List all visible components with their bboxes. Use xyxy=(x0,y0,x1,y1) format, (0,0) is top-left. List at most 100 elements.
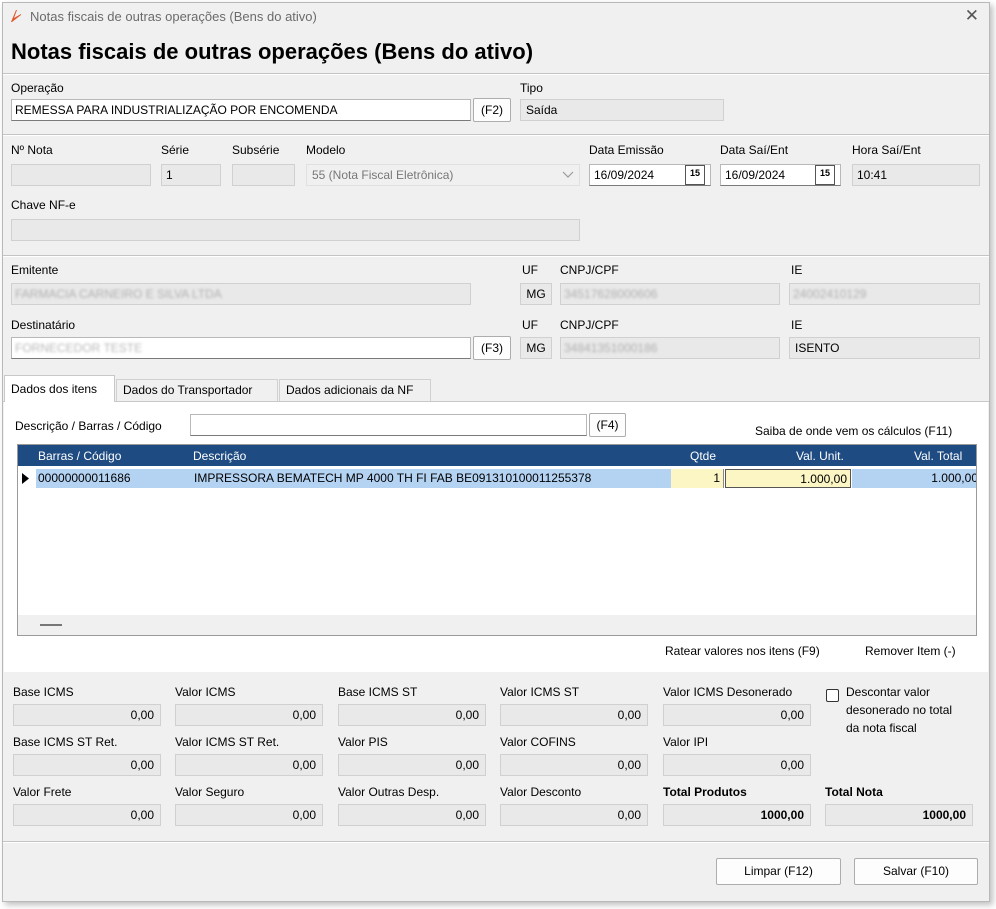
calc-help-link[interactable]: Saiba de onde vem os cálculos (F11) xyxy=(755,424,952,438)
descontar-checkbox[interactable] xyxy=(826,689,839,702)
cell-qtde[interactable]: 1 xyxy=(671,469,724,488)
emitente-uf-label: UF xyxy=(522,263,538,277)
calendar-icon[interactable]: 15 xyxy=(685,165,705,185)
chevron-down-icon[interactable] xyxy=(562,171,574,179)
page-title: Notas fiscais de outras operações (Bens … xyxy=(11,39,534,64)
valor-icms-desonerado-field: 0,00 xyxy=(663,704,811,726)
hora-label: Hora Saí/Ent xyxy=(852,143,921,157)
tab-bar: Dados dos itens Dados do Transportador D… xyxy=(3,375,989,402)
item-search-input[interactable] xyxy=(190,414,587,436)
destinatario-lookup-button[interactable]: (F3) xyxy=(473,336,511,360)
tab-dados-transportador[interactable]: Dados do Transportador xyxy=(116,379,278,401)
cell-codigo[interactable]: 00000000011686 xyxy=(36,469,191,488)
horizontal-scrollbar[interactable] xyxy=(18,615,976,635)
emitente-label: Emitente xyxy=(11,263,59,277)
valor-icms-st-ret-label: Valor ICMS ST Ret. xyxy=(175,735,280,749)
tipo-field: Saída xyxy=(520,99,724,121)
divider xyxy=(3,73,989,75)
operacao-lookup-button[interactable]: (F2) xyxy=(473,98,511,122)
modelo-label: Modelo xyxy=(306,143,346,157)
base-icms-st-ret-label: Base ICMS ST Ret. xyxy=(13,735,118,749)
valor-desconto-label: Valor Desconto xyxy=(500,785,582,799)
emitente-ie-field: 24002410129 xyxy=(789,283,980,305)
operacao-input[interactable]: REMESSA PARA INDUSTRIALIZAÇÃO POR ENCOME… xyxy=(11,99,471,121)
valor-icms-st-field: 0,00 xyxy=(500,704,648,726)
valor-frete-field: 0,00 xyxy=(13,804,161,826)
modelo-select[interactable]: 55 (Nota Fiscal Eletrônica) xyxy=(306,164,580,186)
emitente-uf-field: MG xyxy=(520,283,552,305)
calendar-icon[interactable]: 15 xyxy=(815,165,835,185)
divider xyxy=(3,255,989,257)
salvar-button[interactable]: Salvar (F10) xyxy=(854,858,978,885)
scrollbar-thumb[interactable] xyxy=(40,624,62,626)
col-qtde[interactable]: Qtde xyxy=(690,449,716,463)
valor-icms-st-ret-field: 0,00 xyxy=(175,754,323,776)
valor-ipi-field: 0,00 xyxy=(663,754,811,776)
emitente-cnpj-field: 34517628000606 xyxy=(560,283,780,305)
valor-cofins-label: Valor COFINS xyxy=(500,735,576,749)
tab-dados-itens[interactable]: Dados dos itens xyxy=(4,375,115,402)
emitente-cnpj-value: 34517628000606 xyxy=(564,287,658,301)
total-produtos-label: Total Produtos xyxy=(663,785,747,799)
valor-seguro-field: 0,00 xyxy=(175,804,323,826)
subserie-label: Subsérie xyxy=(232,143,280,157)
cell-descricao[interactable]: IMPRESSORA BEMATECH MP 4000 TH FI FAB BE… xyxy=(191,469,671,488)
divider xyxy=(3,841,989,843)
tipo-label: Tipo xyxy=(520,81,543,95)
window-title: Notas fiscais de outras operações (Bens … xyxy=(30,9,317,24)
ratear-link[interactable]: Ratear valores nos itens (F9) xyxy=(665,644,820,658)
dialog-window: Notas fiscais de outras operações (Bens … xyxy=(2,2,990,902)
destinatario-cnpj-value: 34841351000186 xyxy=(564,341,658,355)
destinatario-ie-label: IE xyxy=(791,318,803,332)
emitente-ie-label: IE xyxy=(791,263,803,277)
valor-seguro-label: Valor Seguro xyxy=(175,785,245,799)
destinatario-input[interactable]: FORNECEDOR TESTE xyxy=(11,337,471,359)
base-icms-st-field: 0,00 xyxy=(338,704,486,726)
destinatario-cnpj-field: 34841351000186 xyxy=(560,337,780,359)
table-row[interactable]: 00000000011686 IMPRESSORA BEMATECH MP 40… xyxy=(18,469,976,488)
close-icon[interactable]: ✕ xyxy=(965,6,979,26)
data-saient-label: Data Saí/Ent xyxy=(720,143,789,157)
hora-input[interactable]: 10:41 xyxy=(852,164,980,186)
col-val-total[interactable]: Val. Total xyxy=(914,449,962,463)
calendar-glyph: 15 xyxy=(819,168,830,178)
valor-icms-field: 0,00 xyxy=(175,704,323,726)
calendar-glyph: 15 xyxy=(689,168,700,178)
divider xyxy=(3,134,989,136)
serie-input[interactable]: 1 xyxy=(161,164,221,186)
valor-frete-label: Valor Frete xyxy=(13,785,72,799)
remover-item-link[interactable]: Remover Item (-) xyxy=(865,644,956,658)
limpar-button[interactable]: Limpar (F12) xyxy=(716,858,841,885)
valor-icms-label: Valor ICMS xyxy=(175,685,236,699)
valor-ipi-label: Valor IPI xyxy=(663,735,709,749)
chave-nfe-input[interactable] xyxy=(11,219,580,241)
base-icms-label: Base ICMS xyxy=(13,685,74,699)
base-icms-st-label: Base ICMS ST xyxy=(338,685,418,699)
table-header: Barras / Código Descrição Qtde Val. Unit… xyxy=(18,445,976,466)
numero-nota-label: Nº Nota xyxy=(11,143,53,157)
tab-dados-adicionais[interactable]: Dados adicionais da NF xyxy=(279,379,431,401)
col-val-unit[interactable]: Val. Unit. xyxy=(796,449,844,463)
destinatario-ie-field: ISENTO xyxy=(789,337,980,359)
valor-pis-label: Valor PIS xyxy=(338,735,388,749)
items-table[interactable]: Barras / Código Descrição Qtde Val. Unit… xyxy=(17,444,977,636)
col-codigo[interactable]: Barras / Código xyxy=(38,449,121,463)
total-nota-field: 1000,00 xyxy=(825,804,973,826)
descontar-label-3: da nota fiscal xyxy=(846,721,917,735)
valor-desconto-field: 0,00 xyxy=(500,804,648,826)
cell-val-total[interactable]: 1.000,00 xyxy=(852,469,976,488)
destinatario-uf-field: MG xyxy=(520,337,552,359)
emitente-cnpj-label: CNPJ/CPF xyxy=(560,263,619,277)
emitente-field: FARMACIA CARNEIRO E SILVA LTDA xyxy=(11,283,471,305)
valor-icms-desonerado-label: Valor ICMS Desonerado xyxy=(663,685,793,699)
descontar-label-2: desonerado no total xyxy=(846,703,953,717)
operacao-label: Operação xyxy=(11,81,64,95)
item-search-button[interactable]: (F4) xyxy=(589,413,626,437)
subserie-input[interactable] xyxy=(232,164,295,186)
col-descricao[interactable]: Descrição xyxy=(193,449,246,463)
app-logo-icon xyxy=(11,10,21,22)
destinatario-cnpj-label: CNPJ/CPF xyxy=(560,318,619,332)
cell-val-unit[interactable]: 1.000,00 xyxy=(725,469,851,488)
numero-nota-input[interactable] xyxy=(11,164,151,186)
chave-nfe-label: Chave NF-e xyxy=(11,198,76,212)
